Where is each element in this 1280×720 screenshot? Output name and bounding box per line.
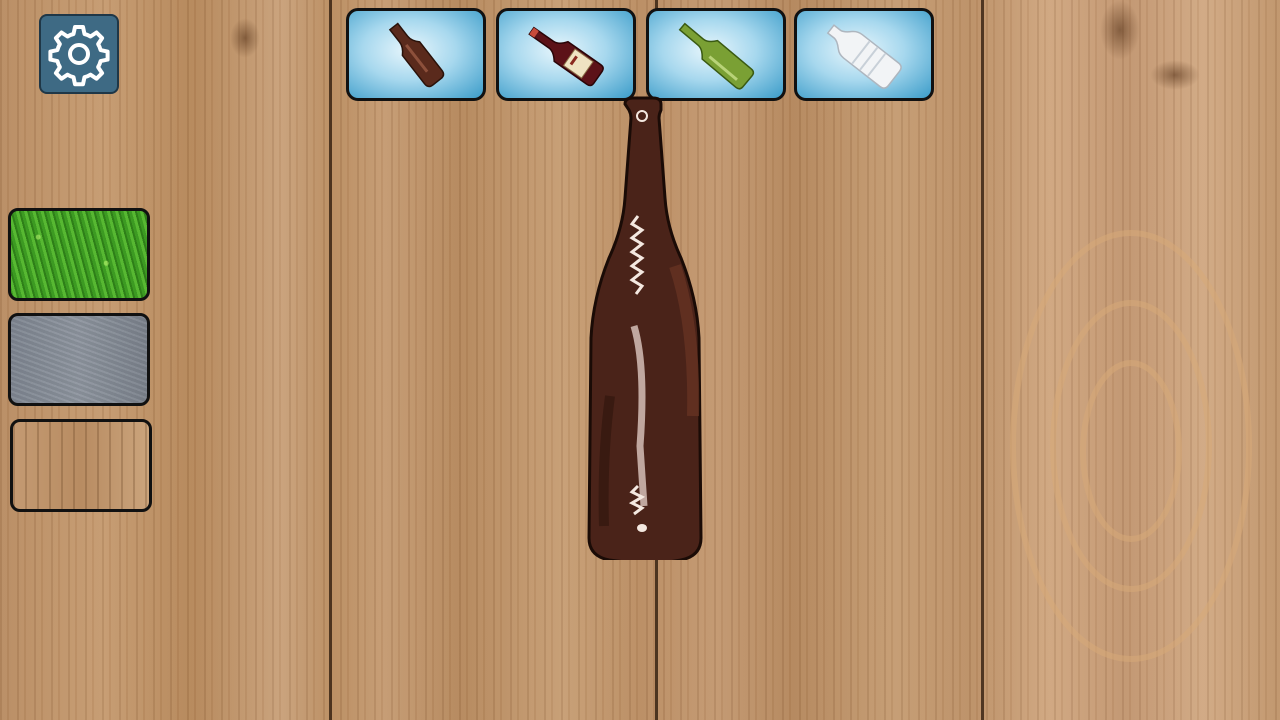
surface-option-grass[interactable]: [8, 208, 150, 301]
wood-grain-swirl: [1080, 360, 1182, 542]
bottle-option-green[interactable]: [646, 8, 786, 101]
surface-option-wood[interactable]: [10, 419, 152, 512]
wood-knot: [1150, 60, 1200, 90]
bottle-option-plastic[interactable]: [794, 8, 934, 101]
beer-bottle-icon: [388, 22, 445, 88]
plank-seam: [329, 0, 332, 720]
green-bottle-icon: [678, 22, 755, 90]
wine-bottle-icon: [528, 26, 604, 87]
bottle-option-wine[interactable]: [496, 8, 636, 101]
surface-option-asphalt[interactable]: [8, 313, 150, 406]
gear-icon: [48, 25, 110, 87]
spin-bottle[interactable]: [570, 96, 715, 560]
wood-knot: [1100, 0, 1140, 60]
plank-seam: [981, 0, 984, 720]
wood-knot: [230, 18, 260, 58]
plastic-bottle-icon: [826, 24, 902, 89]
settings-button[interactable]: [39, 14, 119, 94]
bottle-option-beer[interactable]: [346, 8, 486, 101]
bottle-highlight: [637, 524, 647, 532]
